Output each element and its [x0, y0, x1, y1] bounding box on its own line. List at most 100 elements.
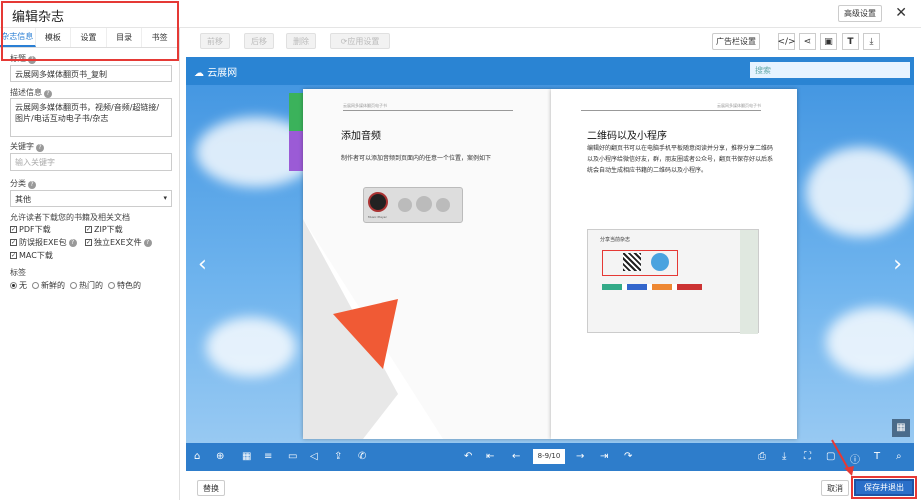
tab-bookmarks[interactable]: 书签	[142, 28, 178, 47]
move-back-button[interactable]: 后移	[244, 33, 274, 49]
left-page-header: 云展网多媒体翻页电子书	[343, 103, 513, 111]
prev-icon[interactable]	[398, 198, 412, 212]
replace-button[interactable]: 替换	[197, 480, 225, 496]
radio-featured[interactable]: 特色的	[108, 280, 141, 291]
advanced-settings-button[interactable]: 高级设置	[838, 5, 882, 22]
phone-icon[interactable]: ✆	[358, 451, 366, 462]
right-body-text: 编辑好的翻页书可以在电脑手机平板随意阅读并分享，推荐分享二维码以及小程序给微信好…	[587, 145, 774, 174]
tab-settings[interactable]: 设置	[71, 28, 107, 47]
side-tab-green[interactable]	[289, 93, 303, 131]
allow-download-label: 允许读者下载您的书籍及相关文档	[10, 213, 130, 222]
search-icon[interactable]: ⌕	[896, 451, 902, 462]
right-page-header: 云展网多媒体翻页电子书	[581, 103, 761, 111]
description-field[interactable]: 云展网多媒体翻页书，视频/音频/超链接/图片/电话互动电子书/杂志	[10, 98, 172, 137]
text-icon[interactable]: T	[842, 33, 859, 50]
radio-hot[interactable]: 热门的	[70, 280, 103, 291]
category-label: 分类?	[10, 178, 36, 189]
radio-icon	[10, 282, 17, 289]
side-tabs	[289, 93, 303, 173]
download-icon[interactable]: ⤓	[782, 451, 786, 462]
page-title: 编辑杂志	[12, 10, 65, 25]
qr-sidebar	[740, 230, 758, 334]
viewer-search-input[interactable]: 搜索	[750, 62, 910, 78]
list-icon[interactable]: ≡	[264, 451, 272, 462]
help-icon[interactable]: ?	[28, 181, 36, 189]
next-page-arrow-icon[interactable]: ›	[893, 252, 902, 277]
tab-template[interactable]: 模板	[36, 28, 72, 47]
qr-code-icon	[623, 253, 641, 271]
help-icon[interactable]: ?	[44, 90, 52, 98]
share-title: 分享当前杂志	[600, 237, 631, 243]
download-icon[interactable]: ⤓	[863, 33, 880, 50]
refresh-icon: ⟳	[340, 36, 348, 46]
delete-button[interactable]: 删除	[286, 33, 316, 49]
qr-code-icon[interactable]: ▦	[892, 419, 910, 437]
print-icon[interactable]: ⎙	[758, 451, 766, 462]
music-player[interactable]: Music Player	[363, 187, 463, 223]
next-icon[interactable]	[436, 198, 450, 212]
zoom-in-icon[interactable]: ⊕	[216, 451, 224, 462]
move-forward-button[interactable]: 前移	[200, 33, 230, 49]
thumbnails-icon[interactable]: ▦	[242, 451, 251, 462]
undo-icon[interactable]: ↶	[464, 451, 472, 462]
save-and-exit-button[interactable]: 保存并退出	[854, 479, 914, 496]
tab-bar: 杂志信息 模板 设置 目录 书签	[0, 28, 178, 48]
share-screenshot: 分享当前杂志	[587, 229, 759, 334]
category-select[interactable]: 其他 ▾	[10, 190, 172, 207]
cloud-icon: ☁	[194, 68, 208, 79]
keyword-label: 关键字?	[10, 141, 44, 152]
home-icon[interactable]: ⌂	[194, 451, 200, 462]
close-icon[interactable]: ✕	[895, 5, 907, 21]
checked-icon: ✓	[10, 239, 17, 246]
checkbox-zip[interactable]: ✓ ZIP下载	[85, 224, 123, 235]
radio-none[interactable]: 无	[10, 280, 27, 291]
bookmark-icon[interactable]: ▭	[288, 451, 297, 462]
checked-icon: ✓	[10, 252, 17, 259]
tab-toc[interactable]: 目录	[107, 28, 143, 47]
pause-icon[interactable]	[416, 196, 432, 212]
help-icon[interactable]: ?	[28, 56, 36, 64]
redo-icon[interactable]: ↷	[624, 451, 632, 462]
radio-fresh[interactable]: 新鲜的	[32, 280, 65, 291]
top-bar: 编辑杂志 高级设置 ✕	[0, 0, 921, 28]
tab-magazine-info[interactable]: 杂志信息	[0, 28, 36, 47]
cancel-button[interactable]: 取消	[821, 480, 849, 496]
fullscreen-icon[interactable]: ⛶	[804, 451, 811, 462]
prev-page-arrow-icon[interactable]: ‹	[198, 252, 207, 277]
embed-code-icon[interactable]: </>	[777, 33, 796, 50]
help-icon[interactable]: ?	[68, 238, 77, 247]
help-icon[interactable]: ?	[36, 144, 44, 152]
side-tab-purple[interactable]	[289, 131, 303, 171]
viewer-header: ☁ 云展网 搜索	[186, 57, 914, 85]
prev-page-icon[interactable]: ←	[512, 451, 520, 462]
cloud-logo: ☁ 云展网	[194, 68, 238, 79]
first-page-icon[interactable]: ⇤	[486, 451, 494, 462]
mini-program-icon	[651, 253, 669, 271]
annotation-arrow	[831, 439, 854, 476]
qr-highlight	[602, 250, 678, 276]
image-icon[interactable]: ▣	[820, 33, 837, 50]
share-icon[interactable]: ⇪	[334, 451, 342, 462]
title-field[interactable]: 云展网多媒体翻页书_复制	[10, 65, 172, 82]
left-page: 云展网多媒体翻页电子书 添加音频 制作者可以添加音频到页面内的任意一个位置，案例…	[303, 89, 551, 439]
share-icon[interactable]: ⋖	[799, 33, 816, 50]
help-icon[interactable]: ?	[143, 238, 152, 247]
checkbox-exe-package[interactable]: ✓ 防误报EXE包?	[10, 237, 77, 248]
checkbox-mac[interactable]: ✓ MAC下载	[10, 250, 53, 261]
share-buttons-row	[602, 284, 702, 290]
checked-icon: ✓	[85, 239, 92, 246]
text-icon[interactable]: T	[874, 451, 880, 462]
apply-settings-button[interactable]: ⟳ 应用设置	[330, 33, 390, 49]
right-heading: 二维码以及小程序	[587, 131, 667, 142]
left-body-text: 制作者可以添加音频到页面内的任意一个位置，案例如下	[341, 155, 492, 162]
last-page-icon[interactable]: ⇥	[600, 451, 608, 462]
page-indicator[interactable]: 8-9/10	[533, 449, 565, 464]
keyword-input[interactable]: 输入关键字	[10, 153, 172, 171]
title-label: 标题?	[10, 53, 36, 64]
checkbox-exe-file[interactable]: ✓ 独立EXE文件?	[85, 237, 152, 248]
checkbox-pdf[interactable]: ✓ PDF下载	[10, 224, 51, 235]
sound-icon[interactable]: ◁	[310, 451, 318, 462]
radio-icon	[70, 282, 77, 289]
next-page-icon[interactable]: →	[576, 451, 584, 462]
ad-bar-settings-button[interactable]: 广告栏设置	[712, 33, 760, 50]
